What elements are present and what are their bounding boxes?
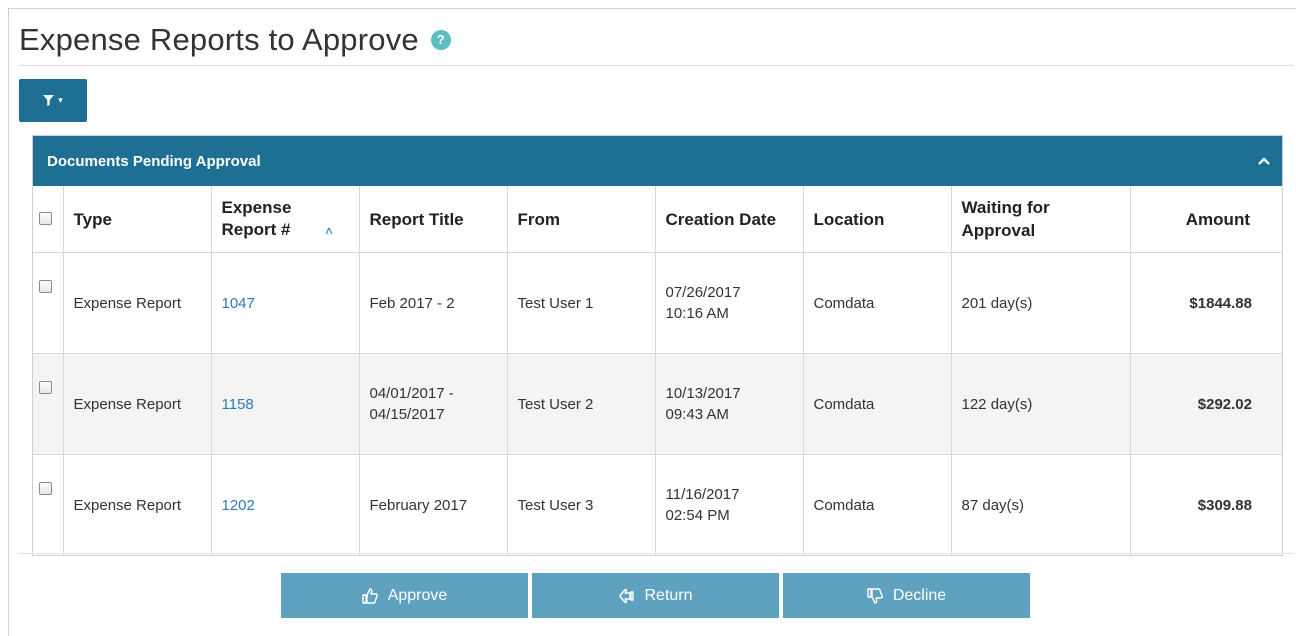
column-header-from[interactable]: From: [507, 186, 656, 253]
report-title-text: Feb 2017 - 2: [369, 294, 455, 312]
column-header-report-number[interactable]: Expense Report # ˄: [211, 186, 360, 253]
page-title-text: Expense Reports to Approve: [19, 22, 419, 57]
cell-type: Expense Report: [63, 353, 212, 455]
creation-date: 07/26/2017: [665, 284, 741, 301]
report-link[interactable]: 1047: [222, 295, 255, 312]
select-all-checkbox[interactable]: [39, 211, 52, 225]
creation-date: 11/16/2017: [665, 486, 740, 503]
row-checkbox[interactable]: [39, 482, 52, 495]
creation-date: 10/13/2017: [665, 385, 741, 402]
approve-label: Approve: [387, 586, 448, 604]
cell-creation-date: 10/13/2017 09:43 AM: [655, 353, 804, 455]
decline-label: Decline: [892, 586, 947, 604]
cell-report-title: Feb 2017 - 2: [359, 252, 508, 354]
pending-approval-panel: Documents Pending Approval Type Expense …: [32, 135, 1283, 556]
cell-amount: $1844.88: [1130, 252, 1282, 354]
table-row[interactable]: Expense Report 1202 February 2017 Test U…: [33, 454, 1282, 555]
creation-time: 09:43 AM: [665, 406, 729, 423]
thumbs-down-icon: [867, 587, 883, 604]
cell-waiting: 201 day(s): [951, 252, 1131, 354]
cell-amount: $309.88: [1197, 496, 1252, 514]
decline-button[interactable]: Decline: [783, 573, 1030, 618]
table-row[interactable]: Expense Report 1158 04/01/2017 - 04/15/20…: [33, 353, 1282, 455]
approval-table: Type Expense Report # ˄ Report Title From…: [33, 186, 1282, 555]
cell-creation-date: 07/26/2017 10:16 AM: [655, 252, 804, 354]
row-select-cell: [33, 454, 64, 555]
cell-report-title: 04/01/2017 - 04/15/2017: [359, 353, 508, 455]
cell-type: Expense Report: [63, 454, 212, 555]
cell-report-number: 1202: [211, 454, 360, 555]
creation-time: 02:54 PM: [665, 507, 730, 524]
report-title-text-line2: 04/15/2017: [369, 406, 445, 423]
creation-time: 10:16 AM: [665, 305, 729, 322]
filter-dropdown-button[interactable]: ▾: [19, 79, 87, 122]
report-link[interactable]: 1158: [222, 396, 254, 413]
footer-divider: [19, 553, 1294, 554]
cell-location: Comdata: [803, 353, 952, 455]
cell-creation-date: 11/16/2017 02:54 PM: [655, 454, 804, 555]
panel-title: Documents Pending Approval: [47, 152, 261, 170]
row-select-cell: [33, 252, 64, 354]
cell-waiting: 122 day(s): [951, 353, 1131, 455]
action-bar: Approve Return Decline: [281, 573, 1030, 618]
title-divider: [19, 65, 1294, 66]
column-header-report-title[interactable]: Report Title: [359, 186, 508, 253]
cell-waiting: 87 day(s): [951, 454, 1131, 555]
filter-icon: [43, 95, 55, 106]
return-button[interactable]: Return: [532, 573, 779, 618]
cell-location: Comdata: [803, 454, 952, 555]
return-label: Return: [644, 586, 693, 604]
report-title-text: February 2017: [369, 496, 468, 514]
cell-type: Expense Report: [63, 252, 212, 354]
cell-location: Comdata: [803, 252, 952, 354]
table-header-row: Type Expense Report # ˄ Report Title From…: [33, 186, 1282, 253]
page-title: Expense Reports to Approve ?: [19, 22, 451, 58]
sort-ascending-icon[interactable]: ˄: [326, 224, 333, 238]
column-header-location[interactable]: Location: [803, 186, 952, 253]
cell-report-title: February 2017: [359, 454, 508, 555]
report-link[interactable]: 1202: [222, 497, 255, 514]
approve-button[interactable]: Approve: [281, 573, 528, 618]
thumbs-up-icon: [362, 587, 378, 604]
cell-amount: $292.02: [1130, 353, 1282, 455]
caret-down-icon: ▾: [58, 95, 63, 105]
column-header-amount[interactable]: Amount: [1130, 186, 1282, 253]
panel-header[interactable]: Documents Pending Approval: [33, 136, 1282, 186]
cell-from: Test User 1: [507, 252, 656, 354]
cell-from: Test User 2: [507, 353, 656, 455]
row-checkbox[interactable]: [39, 381, 52, 394]
cell-report-number: 1158: [211, 353, 360, 455]
column-header-creation-date[interactable]: Creation Date: [655, 186, 804, 253]
help-icon[interactable]: ?: [430, 30, 451, 50]
cell-report-number: 1047: [211, 252, 360, 354]
column-header-report-number-label: Expense Report #: [221, 197, 292, 239]
report-title-text: 04/01/2017 -: [369, 385, 454, 402]
cell-from: Test User 3: [507, 454, 656, 555]
select-all-cell: [33, 186, 64, 253]
row-select-cell: [33, 353, 64, 455]
column-header-type[interactable]: Type: [63, 186, 212, 253]
chevron-up-icon[interactable]: [1258, 157, 1270, 165]
row-checkbox[interactable]: [39, 280, 52, 293]
column-header-waiting[interactable]: Waiting for Approval: [951, 186, 1131, 253]
table-row[interactable]: Expense Report 1047 Feb 2017 - 2 Test Us…: [33, 252, 1282, 354]
return-hand-icon: [619, 588, 635, 603]
